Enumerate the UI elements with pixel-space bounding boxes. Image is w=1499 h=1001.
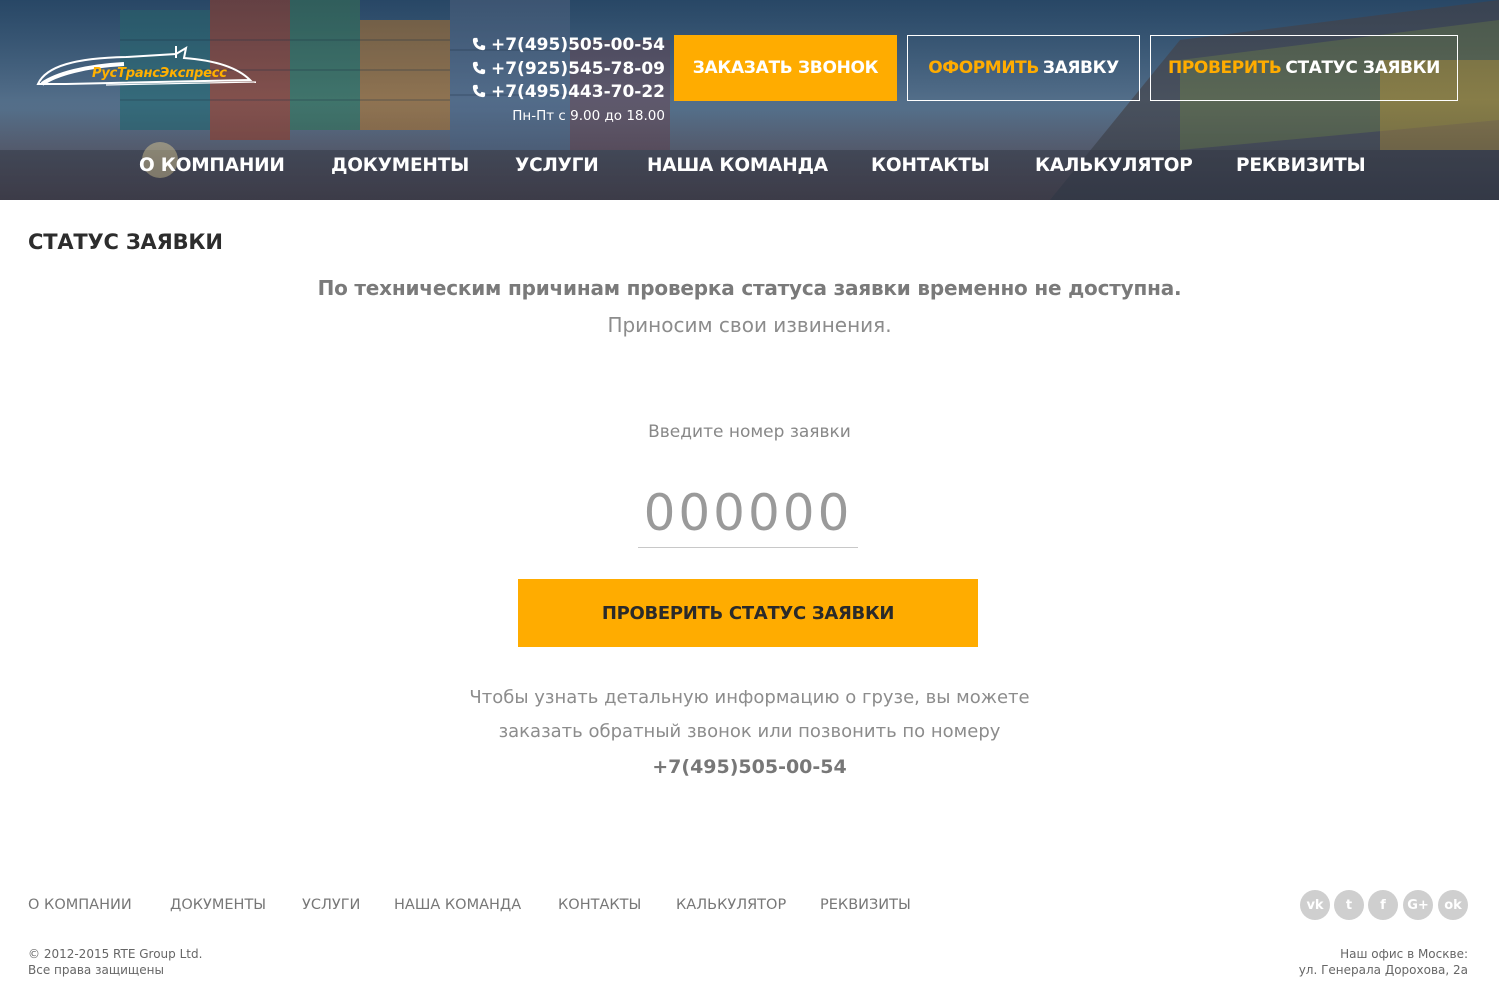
company-logo[interactable]: РусТрансЭкспресс [36, 44, 260, 90]
footer-nav-team[interactable]: НАША КОМАНДА [394, 895, 521, 915]
nav-item-documents[interactable]: ДОКУМЕНТЫ [331, 152, 469, 180]
create-order-button[interactable]: ОФОРМИТЬ ЗАЯВКУ [907, 35, 1140, 101]
footer-nav-requisites[interactable]: РЕКВИЗИТЫ [820, 895, 911, 915]
phone-icon [472, 37, 486, 51]
check-status-button[interactable]: ПРОВЕРИТЬ СТАТУС ЗАЯВКИ [518, 579, 978, 647]
phone-2[interactable]: +7(925)545-78-09 [440, 58, 665, 82]
footer-nav-services[interactable]: УСЛУГИ [302, 895, 360, 915]
info-text-line-1: Чтобы узнать детальную информацию о груз… [469, 687, 1030, 708]
copyright: © 2012-2015 RTE Group Ltd. Все права защ… [28, 947, 202, 978]
rights-text: Все права защищены [28, 962, 164, 977]
nav-item-contacts[interactable]: КОНТАКТЫ [871, 152, 990, 180]
nav-item-services[interactable]: УСЛУГИ [515, 152, 599, 180]
working-hours: Пн-Пт с 9.00 до 18.00 [512, 107, 665, 124]
phone-3[interactable]: +7(495)443-70-22 [440, 81, 665, 105]
create-order-button-accent: ОФОРМИТЬ [928, 58, 1039, 78]
nav-item-team[interactable]: НАША КОМАНДА [647, 152, 828, 180]
twitter-icon[interactable]: t [1334, 890, 1364, 920]
nav-item-calculator[interactable]: КАЛЬКУЛЯТОР [1035, 152, 1193, 180]
check-status-button-rest: СТАТУС ЗАЯВКИ [1285, 58, 1440, 78]
check-status-header-button[interactable]: ПРОВЕРИТЬ СТАТУС ЗАЯВКИ [1150, 35, 1458, 101]
nav-item-requisites[interactable]: РЕКВИЗИТЫ [1236, 152, 1366, 180]
footer-nav-company[interactable]: О КОМПАНИИ [28, 895, 132, 915]
office-address: Наш офис в Москве: ул. Генерала Дорохова… [1299, 947, 1468, 978]
unavailable-notice: По техническим причинам проверка статуса… [317, 276, 1182, 300]
order-number-input[interactable] [638, 478, 858, 548]
site-header: РусТрансЭкспресс +7(495)505-00-54 +7(925… [0, 0, 1499, 200]
social-links: vk t f G+ ok [1300, 890, 1470, 920]
footer-nav-calculator[interactable]: КАЛЬКУЛЯТОР [676, 895, 786, 915]
phone-1[interactable]: +7(495)505-00-54 [440, 34, 665, 58]
order-number-label: Введите номер заявки [648, 422, 851, 442]
apology-text: Приносим свои извинения. [607, 313, 892, 337]
google-plus-icon[interactable]: G+ [1403, 890, 1433, 920]
order-call-button[interactable]: ЗАКАЗАТЬ ЗВОНОК [674, 35, 897, 101]
odnoklassniki-icon[interactable]: ok [1438, 890, 1468, 920]
phone-icon [472, 61, 486, 74]
logo-text: РусТрансЭкспресс [92, 66, 227, 81]
office-label: Наш офис в Москве: [1340, 947, 1468, 961]
check-status-button-accent: ПРОВЕРИТЬ [1168, 58, 1282, 78]
footer-nav: О КОМПАНИИ ДОКУМЕНТЫ УСЛУГИ НАША КОМАНДА… [0, 895, 1000, 917]
create-order-button-rest: ЗАЯВКУ [1042, 58, 1119, 78]
page-title: СТАТУС ЗАЯВКИ [28, 230, 223, 254]
nav-item-company[interactable]: О КОМПАНИИ [139, 152, 285, 180]
phone-list: +7(495)505-00-54 +7(925)545-78-09 +7(495… [440, 34, 665, 126]
footer-nav-contacts[interactable]: КОНТАКТЫ [558, 895, 641, 915]
phone-icon [472, 84, 486, 98]
facebook-icon[interactable]: f [1368, 890, 1398, 920]
vk-icon[interactable]: vk [1300, 890, 1330, 920]
info-text-line-2: заказать обратный звонок или позвонить п… [498, 721, 1001, 742]
office-street: ул. Генерала Дорохова, 2а [1298, 962, 1468, 977]
info-phone-link[interactable]: +7(495)505-00-54 [0, 756, 1499, 778]
main-nav: О КОМПАНИИ ДОКУМЕНТЫ УСЛУГИ НАША КОМАНДА… [0, 152, 1499, 182]
copyright-text: © 2012-2015 RTE Group Ltd. [28, 947, 203, 961]
footer-nav-documents[interactable]: ДОКУМЕНТЫ [170, 895, 266, 915]
